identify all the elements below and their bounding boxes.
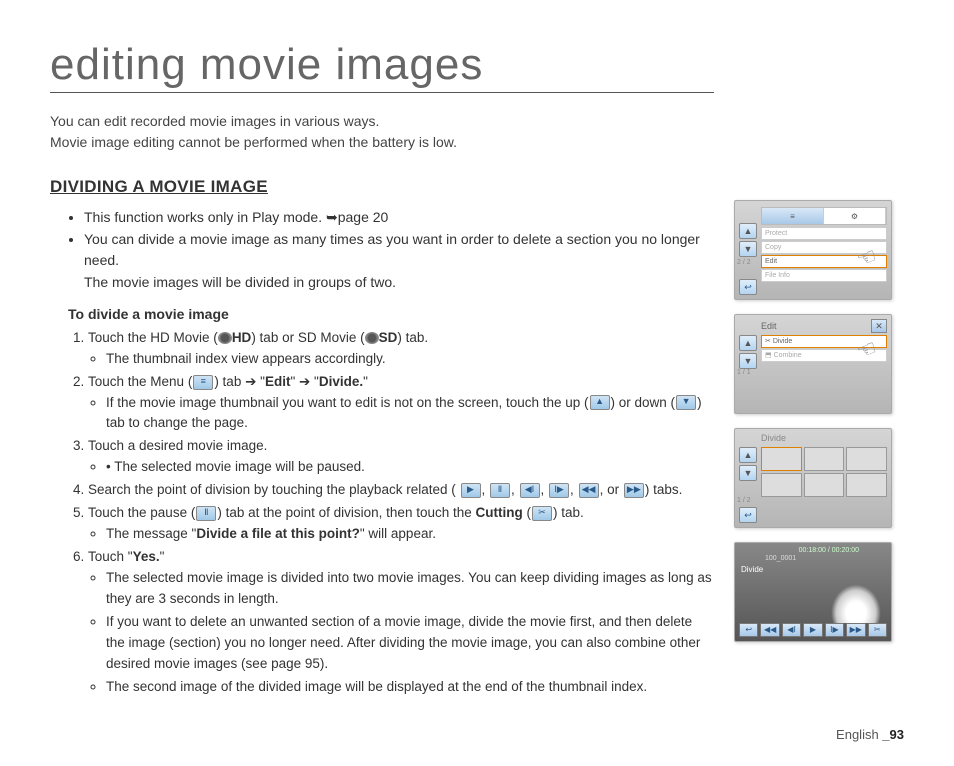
step-fwd-icon bbox=[549, 483, 569, 498]
screen-title: Edit bbox=[761, 321, 777, 331]
rewind-button[interactable]: ◀◀ bbox=[760, 623, 779, 637]
menu-protect[interactable]: Protect bbox=[761, 227, 887, 240]
up-icon bbox=[590, 395, 610, 410]
filename: 100_0001 bbox=[765, 555, 796, 562]
page-counter: 2 / 2 bbox=[737, 259, 751, 266]
video-thumb-selected[interactable] bbox=[761, 447, 802, 471]
steps-list: Touch the HD Movie (HD) tab or SD Movie … bbox=[50, 328, 714, 698]
bullet-1: This function works only in Play mode. ➥… bbox=[84, 207, 714, 229]
up-button[interactable]: ▲ bbox=[739, 335, 757, 351]
play-icon bbox=[461, 483, 481, 498]
page-title: editing movie images bbox=[50, 40, 714, 93]
intro-bullets: This function works only in Play mode. ➥… bbox=[50, 207, 714, 294]
video-thumb[interactable] bbox=[846, 473, 887, 497]
step-4: Search the point of division by touching… bbox=[88, 480, 714, 501]
step-6: Touch "Yes." The selected movie image is… bbox=[88, 547, 714, 697]
screenshot-divide-thumbs: Divide ▲ ▼ 1 / 2 ↩ bbox=[734, 428, 892, 528]
video-thumb[interactable] bbox=[846, 447, 887, 471]
step-back-icon bbox=[520, 483, 540, 498]
video-thumb[interactable] bbox=[804, 447, 845, 471]
step-6-sub1: The selected movie image is divided into… bbox=[106, 568, 714, 610]
ffwd-icon bbox=[624, 483, 644, 498]
intro-line-1: You can edit recorded movie images in va… bbox=[50, 113, 379, 129]
screen-title: Divide bbox=[761, 433, 786, 443]
screenshot-column: ≡ ⚙ ▲ ▼ Protect Copy Edit File Info 2 / … bbox=[734, 40, 904, 699]
tab-list-icon[interactable]: ≡ bbox=[762, 208, 824, 224]
step-2-sub: If the movie image thumbnail you want to… bbox=[106, 393, 714, 435]
page-footer: English _93 bbox=[836, 727, 904, 742]
tab-settings-icon[interactable]: ⚙ bbox=[824, 208, 886, 224]
pause-icon bbox=[490, 483, 510, 498]
step-3: Touch a desired movie image. • The selec… bbox=[88, 436, 714, 478]
play-button[interactable]: ▶ bbox=[803, 623, 822, 637]
step-fwd-button[interactable]: Ⅰ▶ bbox=[825, 623, 844, 637]
video-preview bbox=[821, 573, 891, 623]
screenshot-divide-playback: 00:18:00 / 00:20:00 100_0001 Divide ↩ ◀◀… bbox=[734, 542, 892, 642]
return-button[interactable]: ↩ bbox=[739, 507, 757, 523]
return-button[interactable]: ↩ bbox=[739, 623, 758, 637]
step-6-sub3: The second image of the divided image wi… bbox=[106, 677, 714, 698]
down-button[interactable]: ▼ bbox=[739, 353, 757, 369]
section-heading: DIVIDING A MOVIE IMAGE bbox=[50, 177, 714, 197]
screenshot-edit-divide: Edit ▲ ▼ ✂ Divide ⬒ Combine 1 / 1 ☜ ✕ bbox=[734, 314, 892, 414]
step-5-sub: The message "Divide a file at this point… bbox=[106, 524, 714, 545]
step-6-sub2: If you want to delete an unwanted sectio… bbox=[106, 612, 714, 675]
rewind-icon bbox=[579, 483, 599, 498]
bullet-2: You can divide a movie image as many tim… bbox=[84, 229, 714, 272]
step-1-sub: The thumbnail index view appears accordi… bbox=[106, 349, 714, 370]
step-2: Touch the Menu () tab ➔ "Edit" ➔ "Divide… bbox=[88, 372, 714, 435]
ffwd-button[interactable]: ▶▶ bbox=[846, 623, 865, 637]
close-button[interactable]: ✕ bbox=[871, 319, 887, 333]
cut-button[interactable]: ✂ bbox=[868, 623, 887, 637]
down-button[interactable]: ▼ bbox=[739, 241, 757, 257]
film-icon bbox=[365, 332, 379, 344]
down-icon bbox=[676, 395, 696, 410]
pause-icon bbox=[196, 506, 216, 521]
down-button[interactable]: ▼ bbox=[739, 465, 757, 481]
step-5: Touch the pause () tab at the point of d… bbox=[88, 503, 714, 545]
up-button[interactable]: ▲ bbox=[739, 447, 757, 463]
video-thumb[interactable] bbox=[804, 473, 845, 497]
step-back-button[interactable]: ◀Ⅰ bbox=[782, 623, 801, 637]
menu-icon bbox=[193, 375, 213, 390]
procedure-heading: To divide a movie image bbox=[68, 306, 714, 322]
up-button[interactable]: ▲ bbox=[739, 223, 757, 239]
scissors-icon bbox=[532, 506, 552, 521]
page-counter: 1 / 1 bbox=[737, 369, 751, 376]
intro-line-2: Movie image editing cannot be performed … bbox=[50, 134, 457, 150]
mode-label: Divide bbox=[741, 565, 763, 574]
page-counter: 1 / 2 bbox=[737, 497, 751, 504]
video-thumb[interactable] bbox=[761, 473, 802, 497]
screenshot-menu-edit: ≡ ⚙ ▲ ▼ Protect Copy Edit File Info 2 / … bbox=[734, 200, 892, 300]
step-3-sub: • The selected movie image will be pause… bbox=[106, 457, 714, 478]
film-icon bbox=[218, 332, 232, 344]
step-1: Touch the HD Movie (HD) tab or SD Movie … bbox=[88, 328, 714, 370]
timecode: 00:18:00 / 00:20:00 bbox=[799, 547, 859, 554]
intro-block: You can edit recorded movie images in va… bbox=[50, 111, 714, 153]
return-button[interactable]: ↩ bbox=[739, 279, 757, 295]
bullet-2-cont: The movie images will be divided in grou… bbox=[84, 274, 396, 290]
